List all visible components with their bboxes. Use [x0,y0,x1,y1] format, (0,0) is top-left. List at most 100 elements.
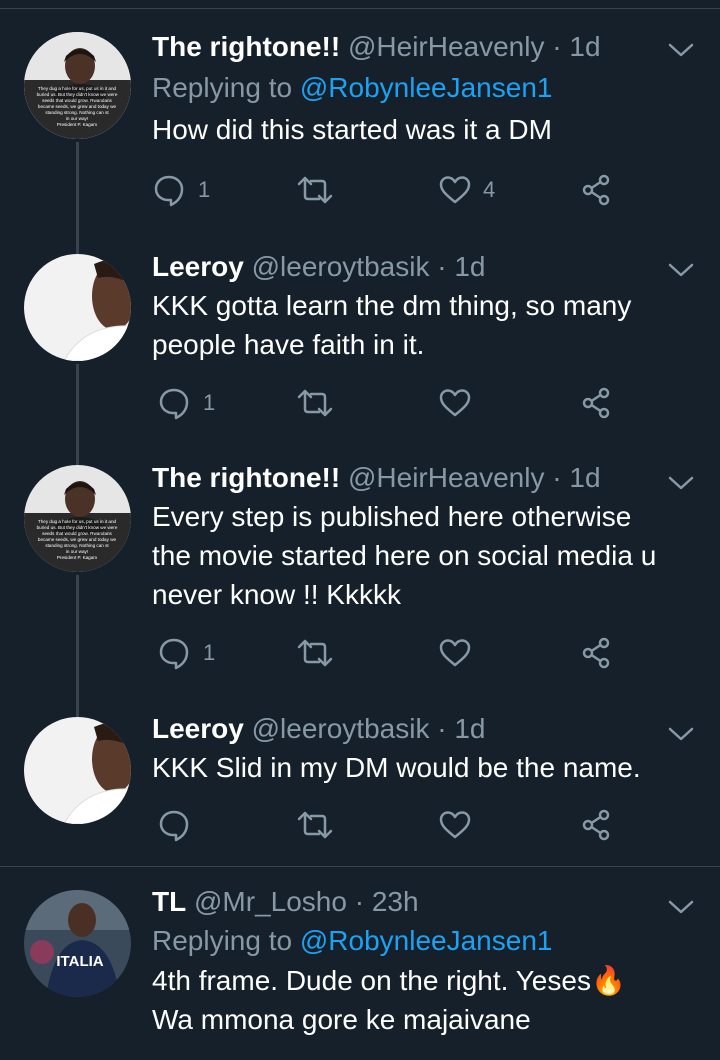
person-with-quote-avatar[interactable]: They dug a hole for us, put us in it and… [24,32,131,139]
reply-button[interactable]: 1 [157,383,215,423]
mention-link[interactable]: @RobynleeJansen1 [300,72,553,103]
handle[interactable]: @HeirHeavenly [348,31,545,62]
retweet-button[interactable] [297,633,345,673]
person-avatar[interactable] [24,717,131,824]
display-name[interactable]: Leeroy [152,713,244,744]
share-button[interactable] [580,633,612,673]
replying-to: Replying to @RobynleeJansen1 [152,70,700,106]
heart-icon [439,638,471,668]
reply-icon [157,386,191,420]
share-icon [580,387,612,419]
chevron-down-icon[interactable] [666,40,696,60]
retweet-icon [297,809,333,841]
retweet-button[interactable] [297,805,345,845]
thread-line [76,364,79,455]
replying-prefix: Replying to [152,925,293,956]
tweet[interactable]: Leeroy @leeroytbasik · 1d KKK Slid in my… [0,700,720,866]
avatar-quote-text: in our way! [66,549,88,554]
timestamp[interactable]: 1d [569,31,600,62]
fire-emoji-icon: 🔥 [590,965,626,996]
timestamp[interactable]: 1d [569,462,600,493]
tweet-header: The rightone!! @HeirHeavenly · 1d [152,461,700,495]
separator-dot: · [437,251,447,282]
like-count: 4 [483,177,496,202]
avatar-quote-text: became seeds, we grew and today we [38,537,117,542]
avatar-quote-text: seeds that would grow. Rwandans [42,531,112,536]
tweet[interactable]: Leeroy @leeroytbasik · 1d KKK gotta lear… [0,240,720,455]
share-icon [580,174,612,206]
thread-line [76,700,79,717]
separator-dot: · [552,31,562,62]
reply-icon [157,808,191,842]
tweet-text-line: the movie started here on social media u [152,540,657,571]
avatar-quote-text: buried us. But they didn't know we were [37,525,118,530]
avatar-quote-text: in our way! [66,116,88,121]
separator-dot: · [437,713,447,744]
retweet-button[interactable] [297,170,345,210]
handle[interactable]: @leeroytbasik [252,713,430,744]
tweet-text: KKK gotta learn the dm thing, so many pe… [152,286,700,364]
person-in-italia-shirt-avatar[interactable]: ITALIA [24,890,131,997]
share-button[interactable] [580,170,612,210]
chevron-down-icon[interactable] [666,260,696,280]
separator-dot: · [354,886,365,917]
display-name[interactable]: Leeroy [152,251,244,282]
tweet-text-line: 4th frame. Dude on the right. Yeses🔥 [152,961,700,1000]
reply-count: 1 [203,390,216,415]
chevron-down-icon[interactable] [666,473,696,493]
thread-line [76,575,79,700]
chevron-down-icon[interactable] [666,724,696,744]
reply-icon [157,636,191,670]
timestamp[interactable]: 1d [454,251,485,282]
reply-count: 1 [203,640,216,665]
avatar-shirt-text: ITALIA [56,953,103,970]
reply-button[interactable]: 1 [152,170,210,210]
like-button[interactable] [439,633,483,673]
reply-button[interactable]: 1 [157,633,215,673]
avatar-quote-text: standing strong. Nothing can st [45,110,109,115]
like-button[interactable] [439,805,483,845]
tweet-text: Every step is published here otherwise t… [152,497,700,614]
timestamp[interactable]: 1d [454,713,485,744]
retweet-icon [297,174,333,206]
avatar-quote-text: They dug a hole for us, put us in it and [38,86,117,91]
like-button[interactable] [439,383,483,423]
handle[interactable]: @leeroytbasik [252,251,430,282]
timestamp[interactable]: 23h [372,886,419,917]
display-name[interactable]: The rightone!! [152,462,340,493]
thread-line [76,240,79,254]
share-button[interactable] [580,805,612,845]
retweet-icon [297,637,333,669]
heart-icon [439,175,471,205]
share-button[interactable] [580,383,612,423]
avatar-quote-text: President P. Kagam [57,122,97,127]
tweet-text: How did this started was it a DM [152,110,700,149]
chevron-down-icon[interactable] [666,897,696,917]
share-icon [580,637,612,669]
avatar-quote-text: seeds that would grow. Rwandans [42,98,112,103]
tweet-text-line: How did this started was it a DM [152,114,552,145]
mention-link[interactable]: @RobynleeJansen1 [300,925,553,956]
retweet-button[interactable] [297,383,345,423]
thread-line [76,455,79,465]
heart-icon [439,388,471,418]
avatar-quote-text: They dug a hole for us, put us in it and [38,519,117,524]
thread-line [76,142,79,240]
handle[interactable]: @Mr_Losho [194,886,347,917]
tweet-text-line: KKK Slid in my DM would be the name. [152,752,641,783]
display-name[interactable]: The rightone!! [152,31,340,62]
tweet[interactable]: ITALIA TL @Mr_Losho · 23h Replying to @R… [0,867,720,1060]
tweet[interactable]: They dug a hole for us, put us in it and… [0,455,720,700]
handle[interactable]: @HeirHeavenly [348,462,545,493]
avatar-quote-text: became seeds, we grew and today we [38,104,117,109]
reply-button[interactable] [157,805,203,845]
like-button[interactable]: 4 [439,170,495,210]
person-avatar[interactable] [24,254,131,361]
retweet-icon [297,387,333,419]
person-with-quote-avatar[interactable]: They dug a hole for us, put us in it and… [24,465,131,572]
tweet[interactable]: They dug a hole for us, put us in it and… [0,0,720,240]
tweet-header: TL @Mr_Losho · 23h [152,885,700,919]
display-name[interactable]: TL [152,886,186,917]
tweet-text: KKK Slid in my DM would be the name. [152,748,700,787]
tweet-text-line: people have faith in it. [152,329,425,360]
